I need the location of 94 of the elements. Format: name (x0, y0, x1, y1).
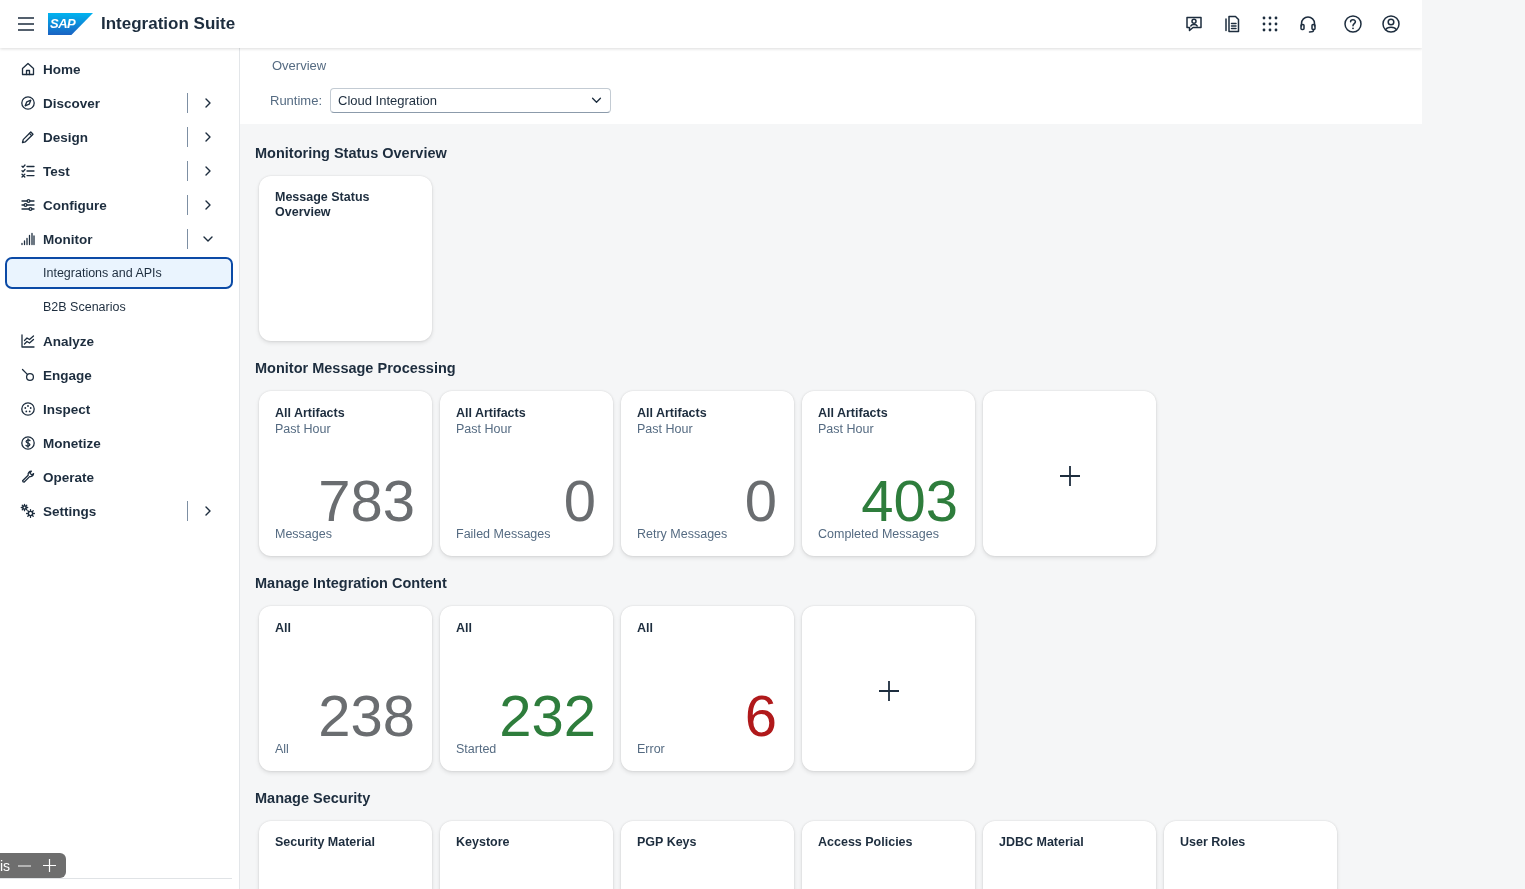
tile-subtitle: Past Hour (637, 421, 694, 437)
tile-title: Keystore (456, 835, 511, 850)
compass-icon (20, 95, 36, 111)
tile-title: All Artifacts (818, 405, 889, 421)
home-icon (20, 61, 36, 77)
tile[interactable]: All 238 All (259, 606, 432, 771)
plus-icon (878, 681, 899, 701)
tile[interactable]: All Artifacts Past Hour 0 Retry Messages (621, 391, 794, 556)
nav-item[interactable]: Discover (5, 87, 233, 119)
tile-value: 232 (499, 691, 596, 741)
section-title: Monitoring Status Overview (255, 144, 448, 163)
nav-item[interactable]: Home (5, 53, 233, 85)
help-icon[interactable] (1343, 14, 1363, 34)
tile-footer: Failed Messages (456, 526, 596, 542)
tile-title: All (275, 620, 292, 636)
tile-footer: Messages (275, 526, 415, 542)
tile[interactable]: PGP Keys (621, 821, 794, 889)
dollar-icon (20, 435, 36, 451)
documents-icon[interactable] (1222, 14, 1242, 34)
nav-item[interactable]: Engage (5, 359, 233, 391)
tile-title: PGP Keys (637, 835, 698, 850)
gears-icon (20, 503, 36, 519)
section-title: Monitor Message Processing (255, 359, 457, 378)
nav-item[interactable]: Monetize (5, 427, 233, 459)
tile-subtitle: Past Hour (456, 421, 513, 437)
chevron-down-icon (591, 97, 603, 104)
tile[interactable]: All Artifacts Past Hour 403 Completed Messages (802, 391, 975, 556)
tile-footer: Completed Messages (818, 526, 958, 542)
nav-item[interactable]: Analyze (5, 325, 233, 357)
tile-title: Access Policies (818, 835, 914, 850)
tile-value: 0 (744, 476, 777, 526)
plus-icon[interactable] (43, 859, 57, 872)
tile[interactable]: JDBC Material (983, 821, 1156, 889)
nav-item[interactable]: Configure (5, 189, 233, 221)
tile-title: Message Status Overview (275, 190, 371, 220)
tile-title: Security Material (275, 835, 377, 850)
zoom-label: is (0, 857, 11, 874)
nav-item[interactable]: Test (5, 155, 233, 187)
tile-title: All Artifacts (275, 405, 346, 421)
pencil-icon (20, 129, 36, 145)
tile-title: All (637, 620, 654, 636)
tile-footer: All (275, 741, 415, 757)
tile[interactable]: Security Material (259, 821, 432, 889)
nav-item[interactable]: Inspect (5, 393, 233, 425)
tile-footer: Retry Messages (637, 526, 777, 542)
tile[interactable]: All 6 Error (621, 606, 794, 771)
tile-title: All Artifacts (456, 405, 527, 421)
tile-footer: Started (456, 741, 596, 757)
nav-subitem[interactable]: B2B Scenarios (5, 291, 233, 323)
app-title: Integration Suite (101, 13, 236, 35)
tile-value: 403 (861, 476, 958, 526)
tile[interactable]: User Roles (1164, 821, 1337, 889)
nav-item[interactable]: Settings (5, 495, 233, 527)
tile[interactable]: Message Status Overview (259, 176, 432, 341)
tile-title: All Artifacts (637, 405, 708, 421)
zoom-control[interactable]: is (0, 853, 66, 878)
section-title: Manage Security (255, 789, 372, 808)
runtime-select[interactable]: Cloud Integration (330, 88, 612, 113)
bar-chart-icon (20, 231, 36, 247)
tile-title: All (456, 620, 473, 636)
wrench-icon (20, 469, 36, 485)
tile-subtitle: Past Hour (818, 421, 875, 437)
line-chart-icon (20, 333, 36, 349)
tile-subtitle: Past Hour (275, 421, 332, 437)
headset-icon[interactable] (1298, 14, 1318, 34)
add-tile[interactable] (983, 391, 1156, 556)
breadcrumb-text: Overview (272, 58, 328, 74)
plus-icon (1059, 466, 1080, 486)
tile-title: JDBC Material (999, 835, 1085, 850)
grid-icon[interactable] (1260, 14, 1280, 34)
nav-item[interactable]: Operate (5, 461, 233, 493)
app-logo[interactable]: SAP (48, 13, 93, 35)
tile-title: User Roles (1180, 835, 1247, 850)
magnifier-icon (20, 367, 36, 383)
nav-subitem[interactable]: Integrations and APIs (5, 257, 233, 289)
chat-bubble-icon[interactable] (1184, 14, 1204, 34)
runtime-label: Runtime: (270, 93, 323, 108)
tile-value: 783 (318, 476, 415, 526)
nav-item[interactable]: Design (5, 121, 233, 153)
tile[interactable]: Keystore (440, 821, 613, 889)
section-title: Manage Integration Content (255, 574, 448, 593)
sliders-icon (20, 197, 36, 213)
tile-value: 238 (318, 691, 415, 741)
tile[interactable]: All Artifacts Past Hour 0 Failed Messages (440, 391, 613, 556)
nav-item[interactable]: Monitor (5, 223, 233, 255)
dotted-circle-icon (20, 401, 36, 417)
user-icon[interactable] (1381, 14, 1401, 34)
tile[interactable]: Access Policies (802, 821, 975, 889)
add-tile[interactable] (802, 606, 975, 771)
tile-value: 6 (744, 691, 777, 741)
tile-footer: Error (637, 741, 777, 757)
tile-value: 0 (563, 476, 596, 526)
menu-icon[interactable] (18, 17, 34, 31)
checklist-icon (20, 163, 36, 179)
